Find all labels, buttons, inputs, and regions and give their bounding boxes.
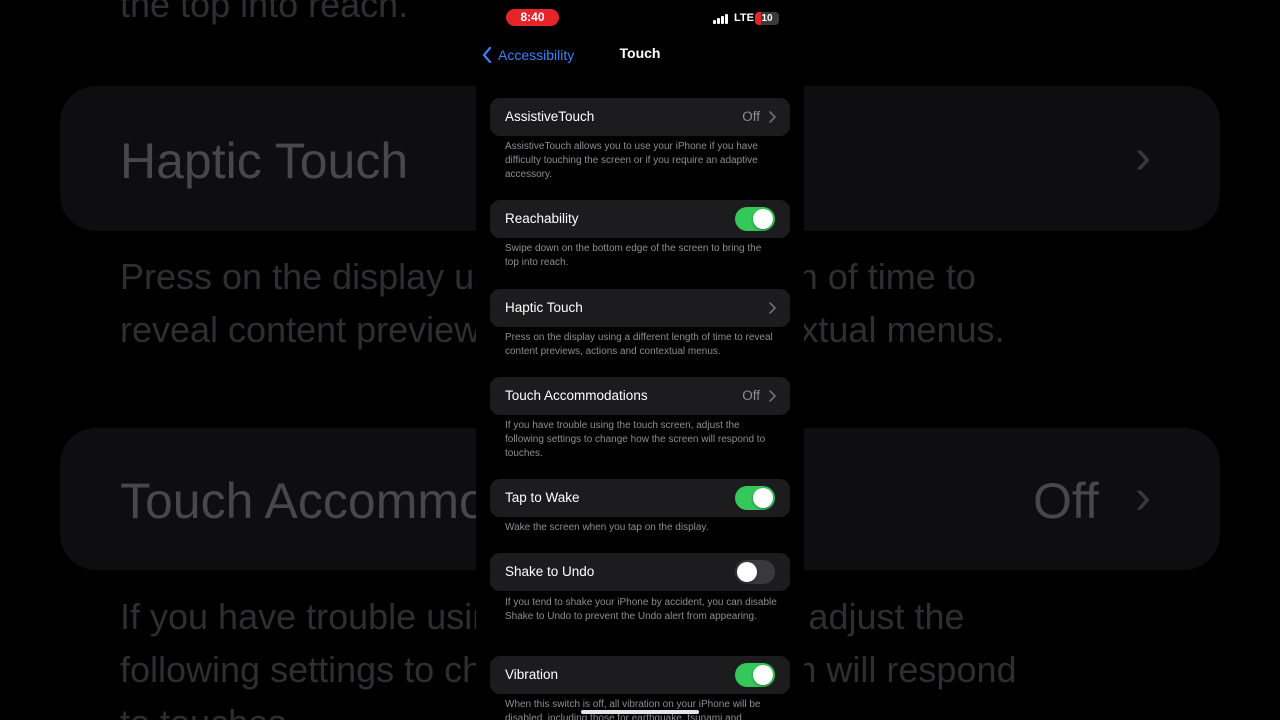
bg-top-text: the top into reach. — [120, 0, 409, 25]
tap-to-wake-row: Tap to Wake — [490, 479, 790, 517]
row-value: Off — [742, 109, 760, 124]
shake-to-undo-row: Shake to Undo — [490, 553, 790, 591]
chevron-right-icon — [769, 302, 776, 314]
chevron-right-icon — [769, 111, 776, 123]
status-time: 8:40 — [506, 9, 559, 26]
reachability-description: Swipe down on the bottom edge of the scr… — [505, 243, 762, 268]
assistivetouch-row[interactable]: AssistiveTouch Off — [490, 98, 790, 136]
row-value: Off — [742, 388, 760, 403]
touch-accommodations-description: If you have trouble using the touch scre… — [505, 420, 766, 459]
bg-chevron-right-icon: › — [1135, 131, 1151, 184]
chevron-right-icon — [769, 390, 776, 402]
shake-to-undo-toggle[interactable] — [735, 560, 775, 584]
row-label: Touch Accommodations — [505, 388, 648, 403]
vibration-row: Vibration — [490, 656, 790, 694]
cellular-signal-icon — [713, 14, 728, 24]
touch-accommodations-row[interactable]: Touch Accommodations Off — [490, 377, 790, 415]
reachability-toggle[interactable] — [735, 207, 775, 231]
bg-chevron-right-icon: › — [1135, 471, 1151, 524]
shake-to-undo-description: If you tend to shake your iPhone by acci… — [505, 597, 777, 622]
row-label: AssistiveTouch — [505, 109, 595, 124]
battery-level: 10 — [761, 13, 773, 24]
row-label: Reachability — [505, 211, 579, 226]
network-label: LTE — [734, 12, 754, 24]
vibration-description: When this switch is off, all vibration o… — [505, 699, 761, 720]
battery-icon: 10 — [755, 12, 779, 25]
haptic-touch-row[interactable]: Haptic Touch — [490, 289, 790, 327]
row-label: Haptic Touch — [505, 300, 583, 315]
tap-to-wake-description: Wake the screen when you tap on the disp… — [505, 522, 709, 533]
home-indicator[interactable] — [581, 710, 699, 714]
haptic-touch-description: Press on the display using a different l… — [505, 332, 773, 357]
tap-to-wake-toggle[interactable] — [735, 486, 775, 510]
bg-haptic-title: Haptic Touch — [120, 133, 409, 189]
vibration-toggle[interactable] — [735, 663, 775, 687]
row-label: Vibration — [505, 667, 559, 682]
phone-screen: 8:40 LTE 10 Accessibility Touch Assistiv… — [476, 0, 804, 720]
assistivetouch-description: AssistiveTouch allows you to use your iP… — [505, 141, 758, 180]
row-label: Shake to Undo — [505, 564, 595, 579]
reachability-row: Reachability — [490, 200, 790, 238]
row-label: Tap to Wake — [505, 490, 580, 505]
bg-touch-acc-line3: to touches. — [120, 696, 296, 720]
page-title: Touch — [619, 45, 661, 61]
bg-touch-acc-value: Off — [1033, 473, 1099, 529]
